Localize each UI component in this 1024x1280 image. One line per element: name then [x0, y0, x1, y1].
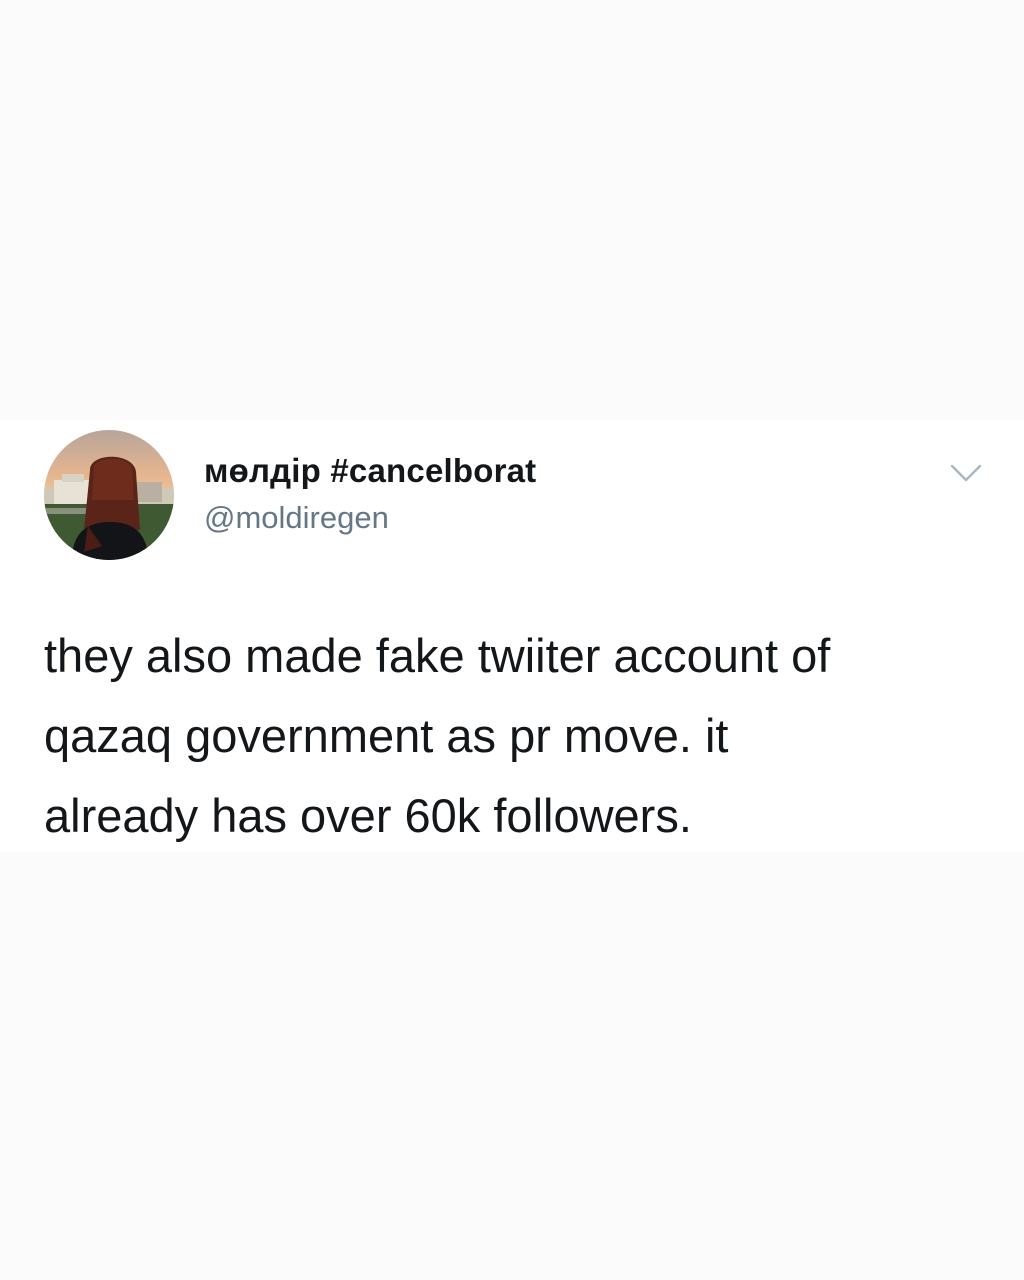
- avatar[interactable]: [44, 430, 174, 560]
- chevron-down-icon[interactable]: [946, 458, 986, 486]
- tweet-line: qazaq government as pr move. it: [44, 709, 729, 762]
- tweet-line: already has over 60k followers.: [44, 789, 692, 842]
- tweet-line: they also made fake twiiter account of: [44, 629, 831, 682]
- top-background: [0, 0, 1024, 420]
- handle[interactable]: @moldiregen: [204, 500, 389, 536]
- tweet-text: they also made fake twiiter account of q…: [44, 616, 994, 856]
- profile-photo-icon: [44, 430, 174, 560]
- display-name[interactable]: мөлдір #cancelborat: [204, 452, 536, 490]
- bottom-background: [0, 852, 1024, 1280]
